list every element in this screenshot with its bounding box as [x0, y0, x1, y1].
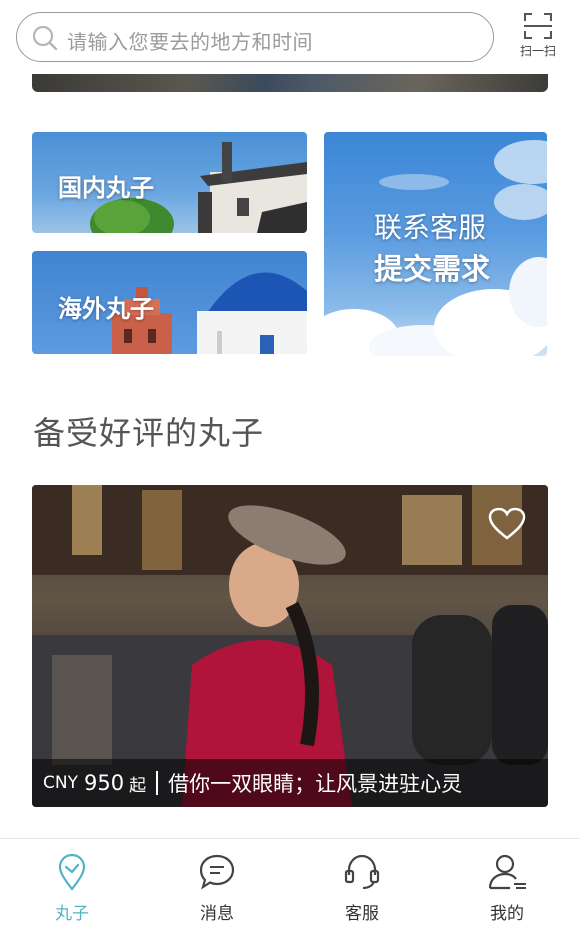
tab-label-wanzi: 丸子	[55, 904, 89, 924]
headset-icon	[344, 854, 380, 889]
featured-caption-bar: CNY 950 起 借你一双眼睛；让风景进驻心灵	[32, 759, 548, 807]
tab-label-service: 客服	[345, 904, 379, 924]
domestic-label: 国内丸子	[58, 174, 154, 202]
banner-carousel[interactable]	[32, 74, 548, 92]
price-suffix: 起	[129, 775, 147, 796]
overseas-category-tile[interactable]: 海外丸子	[32, 251, 307, 354]
scan-label: 扫一扫	[519, 44, 556, 58]
tab-service[interactable]: 客服	[322, 853, 402, 924]
tab-label-profile: 我的	[490, 904, 524, 924]
favorite-heart-icon[interactable]	[488, 507, 526, 541]
featured-title: 借你一双眼睛；让风景进驻心灵	[168, 772, 463, 796]
caption-divider	[156, 771, 159, 795]
scan-icon	[524, 13, 552, 39]
service-line1: 联系客服	[374, 211, 487, 244]
location-pin-icon	[58, 853, 86, 891]
top-bar: 请输入您要去的地方和时间 扫一扫	[0, 0, 580, 78]
bottom-tab-bar: 丸子 消息 客服 我的	[0, 838, 580, 927]
user-icon	[488, 854, 526, 890]
currency-label: CNY	[43, 773, 78, 793]
overseas-label: 海外丸子	[58, 295, 154, 323]
contact-service-tile[interactable]: 联系客服 提交需求	[324, 132, 547, 356]
featured-trip-card[interactable]: CNY 950 起 借你一双眼睛；让风景进驻心灵	[32, 485, 548, 807]
domestic-category-tile[interactable]: 国内丸子	[32, 132, 307, 233]
section-title: 备受好评的丸子	[33, 414, 265, 452]
chat-bubble-icon	[199, 854, 235, 890]
search-input[interactable]: 请输入您要去的地方和时间	[16, 12, 494, 62]
search-icon	[32, 25, 58, 51]
service-line2: 提交需求	[374, 252, 491, 286]
tab-wanzi[interactable]: 丸子	[32, 853, 112, 924]
price-value: 950	[83, 771, 125, 795]
search-placeholder: 请输入您要去的地方和时间	[67, 30, 313, 54]
tab-label-messages: 消息	[200, 904, 234, 924]
tab-messages[interactable]: 消息	[177, 853, 257, 924]
scan-button[interactable]: 扫一扫	[514, 12, 562, 64]
tab-profile[interactable]: 我的	[467, 853, 547, 924]
